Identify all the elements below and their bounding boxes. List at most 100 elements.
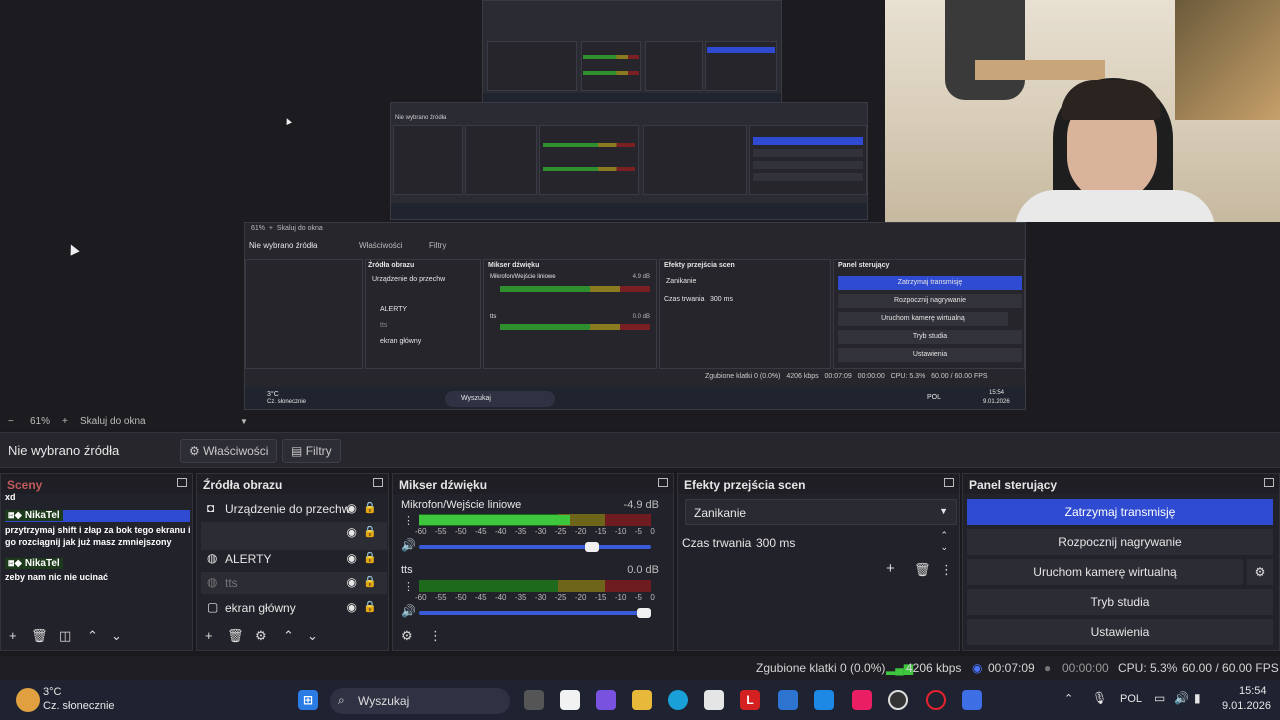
add-transition-icon[interactable]: +	[886, 560, 895, 577]
chevron-up-icon[interactable]: ⌃	[87, 628, 98, 644]
eye-icon[interactable]: ◉	[347, 525, 357, 539]
scene-filter-icon[interactable]: ◫	[59, 628, 71, 644]
stop-stream-button[interactable]: Zatrzymaj transmisję	[967, 499, 1273, 525]
obs-icon[interactable]	[888, 690, 908, 710]
weather-desc[interactable]: Cz. słonecznie	[43, 700, 115, 712]
nested-clock-date: 9.01.2026	[983, 399, 1010, 405]
windows-start-icon[interactable]: ⊞	[298, 690, 318, 710]
eye-icon[interactable]: ◉	[347, 551, 357, 565]
chevron-down-icon[interactable]: ⌄	[307, 628, 318, 644]
speaker-icon[interactable]: 🔊	[401, 604, 416, 618]
file-icon[interactable]	[560, 690, 580, 710]
transition-select[interactable]: Zanikanie ▼	[685, 499, 957, 525]
edge-browser-icon[interactable]	[668, 690, 688, 710]
chevron-down-icon[interactable]: ⌄	[940, 542, 948, 553]
popout-icon[interactable]	[1264, 478, 1274, 487]
lock-icon[interactable]: 🔒	[363, 600, 377, 613]
kebab-menu-icon[interactable]: ⋮	[403, 580, 414, 593]
clock-time[interactable]: 15:54	[1239, 685, 1267, 697]
zoom-out-button[interactable]: −	[8, 416, 14, 427]
globe-icon: ◍	[207, 575, 218, 589]
source-item[interactable]: ◍ tts ◉ 🔒	[201, 572, 387, 594]
weather-icon[interactable]	[16, 688, 40, 712]
chevron-down-icon[interactable]: ⌄	[111, 628, 122, 644]
chevron-up-icon[interactable]: ⌃	[283, 628, 294, 644]
clock-date[interactable]: 9.01.2026	[1222, 700, 1271, 712]
gear-icon: ⚙	[189, 444, 200, 458]
copilot-icon[interactable]	[596, 690, 616, 710]
opera-icon[interactable]	[926, 690, 946, 710]
mic-volume-slider[interactable]	[419, 542, 651, 552]
nested-filters: Filtry	[429, 241, 447, 250]
app-vpn-icon[interactable]	[778, 690, 798, 710]
nested-transition: Zanikanie	[666, 278, 697, 285]
store-icon[interactable]	[704, 690, 724, 710]
source-item[interactable]: ◘ Urządzenie do przechw ◉ 🔒	[201, 498, 387, 520]
zoom-in-button[interactable]: +	[62, 416, 68, 427]
mic-volume-knob[interactable]	[585, 542, 599, 552]
taskbar-search[interactable]: ⌕ Wyszukaj	[330, 688, 510, 714]
gear-icon[interactable]: ⚙	[255, 628, 267, 644]
chevron-up-icon[interactable]: ⌃	[940, 530, 948, 541]
kebab-menu-icon[interactable]: ⋮	[940, 562, 953, 578]
language-indicator[interactable]: POL	[1120, 693, 1142, 705]
speaker-icon[interactable]: 🔊	[401, 538, 416, 552]
fit-to-window-dropdown[interactable]: Skaluj do okna	[80, 416, 146, 427]
sources-dock: Źródła obrazu ◘ Urządzenie do przechw ◉ …	[196, 473, 389, 651]
kebab-menu-icon[interactable]: ⋮	[403, 514, 414, 527]
source-item[interactable]: ◉ 🔒	[201, 522, 387, 550]
add-source-icon[interactable]: +	[205, 628, 213, 643]
scale-tick: -25	[554, 593, 567, 602]
kebab-menu-icon[interactable]: ⋮	[429, 628, 442, 644]
start-recording-button[interactable]: Rozpocznij nagrywanie	[967, 529, 1273, 555]
tts-volume-slider[interactable]	[419, 608, 651, 618]
monitor-icon[interactable]: ▭	[1154, 691, 1165, 705]
lock-icon[interactable]: 🔒	[363, 501, 377, 514]
popout-icon[interactable]	[658, 478, 668, 487]
add-scene-icon[interactable]: +	[9, 628, 17, 643]
scale-tick: -5	[634, 527, 642, 536]
eye-icon[interactable]: ◉	[347, 600, 357, 614]
start-virtual-camera-button[interactable]: Uruchom kamerę wirtualną	[967, 559, 1243, 585]
scale-tick: -35	[514, 527, 527, 536]
studio-mode-button[interactable]: Tryb studia	[967, 589, 1273, 615]
mouse-cursor-icon	[66, 242, 80, 256]
popout-icon[interactable]	[944, 478, 954, 487]
trash-icon[interactable]: 🗑	[914, 562, 931, 578]
settings-button[interactable]: Ustawienia	[967, 619, 1273, 645]
chevron-down-icon[interactable]: ▼	[240, 417, 248, 426]
preview-canvas[interactable]: Nie wybrano źródła 61% + Skaluj do okna …	[0, 0, 1280, 414]
nested-mixer-title: Mikser dźwięku	[488, 262, 540, 269]
source-item[interactable]: ▢ ekran główny ◉ 🔒	[201, 597, 387, 619]
properties-button[interactable]: ⚙ Właściwości	[180, 439, 278, 463]
battery-icon[interactable]: ▮	[1194, 691, 1201, 705]
lock-icon[interactable]: 🔒	[363, 525, 377, 538]
trash-icon[interactable]: 🗑	[31, 628, 48, 644]
scale-tick: 0	[650, 527, 655, 536]
tiktok-icon[interactable]	[852, 690, 872, 710]
properties-bar: Nie wybrano źródła ⚙ Właściwości ▤ Filtr…	[0, 432, 1280, 468]
microphone-icon[interactable]: 🎙	[1092, 691, 1107, 705]
chevron-up-icon[interactable]: ⌃	[1064, 692, 1073, 705]
app-l-icon[interactable]: L	[740, 690, 760, 710]
virtual-camera-settings-button[interactable]: ⚙	[1247, 559, 1273, 585]
tts-volume-knob[interactable]	[637, 608, 651, 618]
gear-icon[interactable]: ⚙	[401, 628, 413, 644]
camera-icon: ◘	[207, 501, 215, 515]
popout-icon[interactable]	[373, 478, 383, 487]
source-item[interactable]: ◍ ALERTY ◉ 🔒	[201, 548, 387, 570]
lock-icon[interactable]: 🔒	[363, 575, 377, 588]
weather-temp[interactable]: 3°C	[43, 686, 61, 698]
eye-icon[interactable]: ◉	[347, 575, 357, 589]
outlook-icon[interactable]	[814, 690, 834, 710]
eye-icon[interactable]: ◉	[347, 501, 357, 515]
popout-icon[interactable]	[177, 478, 187, 487]
task-view-icon[interactable]	[524, 690, 544, 710]
filters-button[interactable]: ▤ Filtry	[282, 439, 341, 463]
duration-input[interactable]: 300 ms ⌃ ⌄	[756, 530, 956, 556]
app-blue-icon[interactable]	[962, 690, 982, 710]
trash-icon[interactable]: 🗑	[227, 628, 244, 644]
lock-icon[interactable]: 🔒	[363, 551, 377, 564]
speaker-icon[interactable]: 🔊	[1174, 691, 1189, 705]
folder-icon[interactable]	[632, 690, 652, 710]
